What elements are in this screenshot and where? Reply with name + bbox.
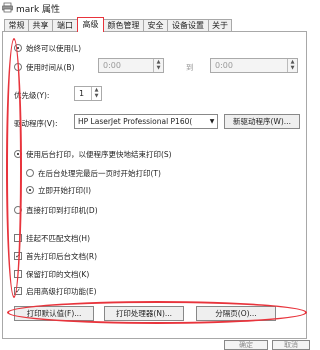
to-time-field[interactable]: 0:00 ▲ ▼	[210, 58, 298, 73]
priority-field[interactable]: 1 ▲ ▼	[74, 86, 102, 101]
tab-sharing[interactable]: 共享	[28, 19, 53, 31]
tab-advanced[interactable]: 高级	[77, 17, 104, 32]
priority-spinner[interactable]: ▲ ▼	[91, 87, 101, 100]
radio-spool[interactable]	[14, 150, 22, 158]
from-time-field[interactable]: 0:00 ▲ ▼	[98, 58, 164, 73]
cancel-button[interactable]: 取消	[272, 340, 310, 350]
chevron-down-icon: ▼	[207, 115, 217, 128]
keep-printed-label: 保留打印的文档(K)	[26, 270, 90, 279]
ok-button[interactable]: 确定	[224, 340, 268, 350]
start-after-last-page-label: 在后台处理完最后一页时开始打印(T)	[38, 169, 161, 178]
radio-start-immediately[interactable]	[26, 186, 34, 194]
tab-security[interactable]: 安全	[143, 19, 168, 31]
driver-select[interactable]: HP LaserJet Professional P160( ▼	[74, 114, 218, 129]
hold-mismatched-label: 挂起不匹配文档(H)	[26, 234, 90, 243]
from-time-value: 0:00	[103, 61, 121, 70]
spooled-first-label: 首先打印后台文档(R)	[26, 252, 98, 261]
radio-start-after-last-page[interactable]	[26, 169, 34, 177]
title-bar: mark 属性	[0, 0, 314, 15]
driver-value: HP LaserJet Professional P160(	[78, 117, 193, 126]
driver-label: 驱动程序(V):	[14, 119, 58, 128]
separator-page-button[interactable]: 分隔页(O)...	[196, 306, 276, 321]
available-from-label: 使用时间从(B)	[26, 63, 75, 72]
to-time-value: 0:00	[215, 61, 233, 70]
tab-strip: 常规 共享 端口 高级 颜色管理 安全 设备设置 关于	[0, 17, 314, 32]
start-immediately-label: 立即开始打印(I)	[38, 186, 92, 195]
printing-defaults-button[interactable]: 打印默认值(F)...	[14, 306, 94, 321]
priority-value: 1	[79, 89, 85, 98]
spool-label: 使用后台打印，以便程序更快地结束打印(S)	[26, 150, 172, 159]
tab-general[interactable]: 常规	[4, 19, 29, 31]
priority-label: 优先级(Y):	[14, 91, 50, 100]
advanced-features-label: 启用高级打印功能(E)	[26, 287, 97, 296]
checkbox-spooled-first[interactable]: ✓	[14, 252, 22, 260]
checkbox-keep-printed[interactable]	[14, 270, 22, 278]
radio-print-direct[interactable]	[14, 206, 22, 214]
tab-about[interactable]: 关于	[208, 19, 232, 31]
tab-device-settings[interactable]: 设备设置	[167, 19, 209, 31]
radio-always-available[interactable]	[14, 44, 22, 52]
from-time-spinner[interactable]: ▲ ▼	[153, 59, 163, 72]
checkbox-advanced-features[interactable]: ✓	[14, 287, 22, 295]
printer-icon	[2, 2, 13, 13]
print-processor-button[interactable]: 打印处理器(N)...	[104, 306, 184, 321]
tab-ports[interactable]: 端口	[52, 19, 78, 31]
to-time-spinner[interactable]: ▲ ▼	[287, 59, 297, 72]
new-driver-button[interactable]: 新驱动程序(W)...	[224, 114, 300, 129]
radio-available-from[interactable]	[14, 63, 22, 71]
window-title: mark 属性	[16, 5, 61, 15]
print-direct-label: 直接打印到打印机(D)	[26, 206, 98, 215]
to-label: 到	[186, 63, 194, 72]
checkbox-hold-mismatched[interactable]	[14, 234, 22, 242]
always-available-label: 始终可以使用(L)	[26, 44, 82, 53]
tab-color-management[interactable]: 颜色管理	[103, 19, 144, 31]
